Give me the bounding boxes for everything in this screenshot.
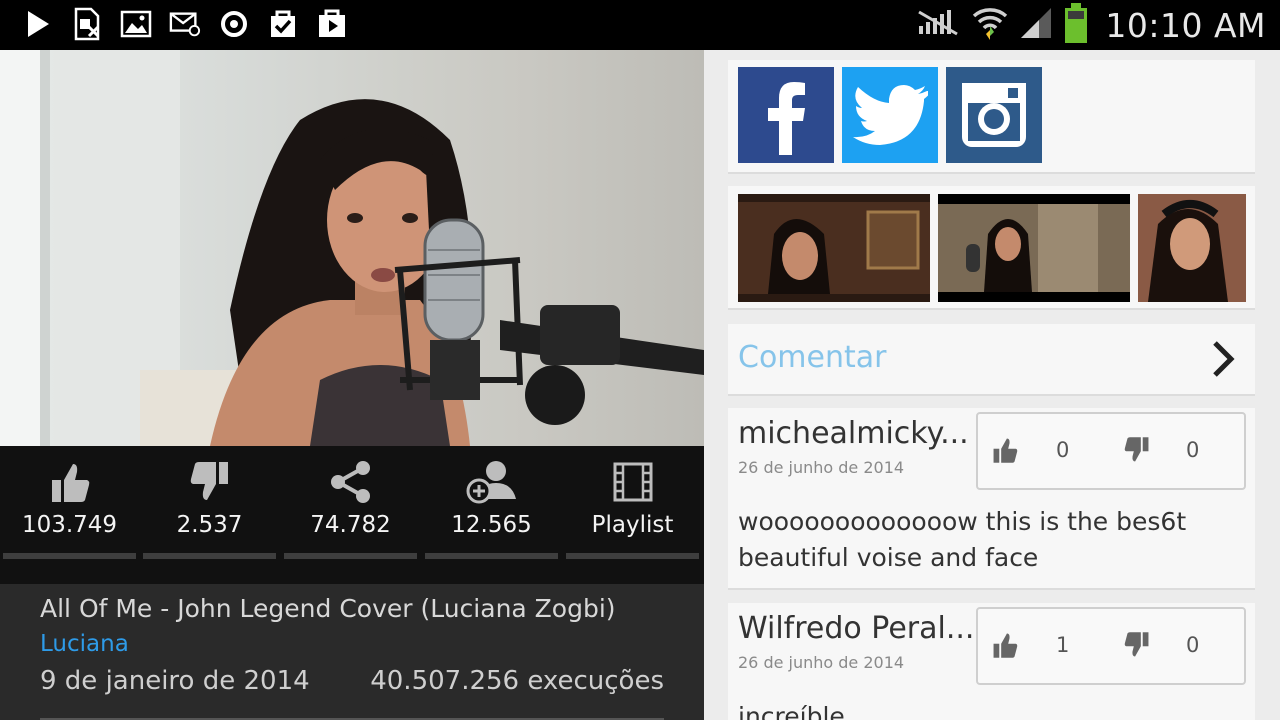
twitter-icon [853,85,928,145]
clock: 10:10 AM [1105,5,1266,45]
instagram-icon [962,83,1026,147]
facebook-button[interactable] [738,67,834,163]
dislike-button[interactable]: 2.537 [141,446,278,559]
sync-icon [218,7,250,41]
share-icon [282,458,419,506]
comment-prompt-label: Comentar [738,340,887,375]
view-count: 40.507.256 execuções [370,666,664,696]
comment-like-count: 1 [1056,633,1070,657]
video-thumbnail[interactable] [1138,194,1246,302]
video-thumbnail[interactable] [938,194,1130,302]
image-icon [120,7,152,41]
cell-signal-icon [1019,6,1053,44]
like-underline [3,553,136,559]
comment-like-count: 0 [1056,438,1070,462]
film-icon [564,458,701,506]
thumbs-down-icon[interactable] [1124,631,1150,663]
battery-icon [1063,2,1089,48]
side-panel: Comentar michealmicky... 26 de junho de … [704,50,1280,720]
share-underline [284,553,417,559]
comment-author[interactable]: Wilfredo Peral... [738,611,974,646]
instagram-button[interactable] [946,67,1042,163]
stats-bar: 103.749 2.537 74.782 12.565 Playlist [0,446,704,584]
comment-dislike-count: 0 [1186,438,1200,462]
subscribe-underline [425,553,558,559]
subscribe-button[interactable]: 12.565 [423,446,560,559]
subscriber-count: 12.565 [451,512,532,538]
related-thumbnails [728,186,1255,310]
comment-text: increíble [738,702,845,720]
facebook-icon [768,82,805,155]
like-button[interactable]: 103.749 [1,446,138,559]
video-play-icon [316,7,348,41]
dislike-underline [143,553,276,559]
upload-date: 9 de janeiro de 2014 [40,666,310,696]
comment-item: michealmicky... 26 de junho de 2014 0 0 … [728,408,1255,590]
dislike-count: 2.537 [176,512,243,538]
comment-vote-box: 0 0 [976,412,1246,490]
video-panel: 103.749 2.537 74.782 12.565 Playlist All… [0,50,704,720]
comment-date: 26 de junho de 2014 [738,653,905,672]
comment-dislike-count: 0 [1186,633,1200,657]
thumbs-up-icon [1,458,138,506]
video-player[interactable] [0,50,704,446]
status-bar: 10:10 AM [0,0,1280,50]
playlist-button[interactable]: Playlist [564,446,701,559]
no-signal-icon [917,8,961,42]
like-count: 103.749 [21,512,118,538]
comment-author[interactable]: michealmicky... [738,416,974,451]
share-count: 74.782 [310,512,391,538]
video-thumbnail[interactable] [738,194,930,302]
comment-vote-box: 1 0 [976,607,1246,685]
twitter-button[interactable] [842,67,938,163]
task-check-icon [267,7,299,41]
channel-link[interactable]: Luciana [40,631,129,657]
video-info: All Of Me - John Legend Cover (Luciana Z… [0,584,704,720]
playlist-label: Playlist [591,512,674,538]
thumbs-up-icon[interactable] [992,436,1018,468]
excel-file-icon [71,7,103,41]
video-frame-image [0,50,704,446]
video-title: All Of Me - John Legend Cover (Luciana Z… [40,594,616,623]
add-user-icon [423,458,560,506]
thumbs-down-icon [141,458,278,506]
comment-prompt[interactable]: Comentar [728,324,1255,396]
playlist-underline [566,553,699,559]
share-button[interactable]: 74.782 [282,446,419,559]
wifi-icon [971,4,1009,46]
social-links [728,60,1255,174]
chevron-right-icon [1211,340,1237,382]
thumbs-up-icon[interactable] [992,631,1018,663]
comment-date: 26 de junho de 2014 [738,458,905,477]
comment-item: Wilfredo Peral... 26 de junho de 2014 1 … [728,603,1255,720]
email-icon [169,7,201,41]
play-store-icon [22,7,54,41]
thumbs-down-icon[interactable] [1124,436,1150,468]
comment-text: wooooooooooooow this is the bes6t beauti… [738,507,1187,572]
